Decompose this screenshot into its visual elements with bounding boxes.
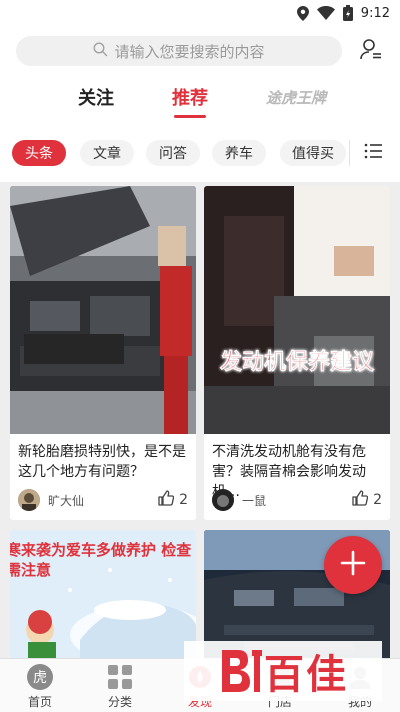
like-button[interactable]: 2 [352, 490, 382, 510]
category-chip-headline[interactable]: 头条 [12, 140, 66, 166]
location-icon [296, 5, 309, 21]
article-card[interactable]: 发动机保养建议 不清洗发动机舱有没有危害？装隔音棉会影响发动机… 一鼠 2 [204, 186, 390, 520]
like-button[interactable]: 2 [158, 490, 188, 510]
watermark-text: 百佳 [264, 651, 348, 698]
avatar [18, 489, 40, 511]
category-chip-deals[interactable]: 值得买 [280, 140, 346, 166]
author-name: 一鼠 [242, 493, 267, 508]
category-menu-button[interactable] [364, 142, 386, 164]
tab-follow[interactable]: 关注 [62, 84, 130, 124]
article-meta: 旷大仙 2 [18, 488, 188, 512]
article-title: 新轮胎磨损特别快，是不是这几个地方有问题？ [18, 444, 186, 480]
user-menu-button[interactable] [358, 38, 384, 64]
top-tabs: 关注 推荐 途虎王牌 [0, 84, 400, 124]
svg-text:虎: 虎 [33, 670, 47, 686]
avatar [212, 489, 234, 511]
article-meta: 一鼠 2 [212, 488, 382, 512]
image-caption: 发动机保养建议 [219, 350, 375, 376]
search-placeholder: 请输入您要搜索的内容 [114, 42, 265, 61]
watermark-mark-icon [218, 644, 264, 698]
category-chip-article[interactable]: 文章 [80, 140, 134, 166]
nav-home[interactable]: 虎 首页 [10, 663, 70, 711]
category-bar: 头条 文章 问答 养车 值得买 [0, 140, 400, 182]
like-count: 2 [179, 492, 188, 508]
search-input[interactable]: 请输入您要搜索的内容 [16, 36, 342, 66]
thumbs-up-icon [352, 490, 369, 510]
battery-icon [342, 5, 353, 21]
image-caption: 寒来袭为爱车多做养护 检查需注意 [10, 541, 192, 579]
user-list-icon [359, 37, 383, 65]
plus-icon [340, 550, 366, 580]
tab-recommend[interactable]: 推荐 [158, 84, 222, 124]
header: 请输入您要搜索的内容 关注 推荐 途虎王牌 [0, 26, 400, 140]
tab-tuhu-brand[interactable]: 途虎王牌 [264, 84, 328, 110]
article-thumbnail: 发动机保养建议 [204, 186, 390, 434]
article-card[interactable]: 寒来袭为爱车多做养护 检查需注意 [10, 530, 196, 658]
list-icon [364, 143, 384, 164]
create-post-button[interactable] [324, 536, 382, 594]
status-bar: 9:12 [0, 0, 400, 26]
nav-category[interactable]: 分类 [90, 663, 150, 711]
author-name: 旷大仙 [48, 493, 85, 508]
tiger-home-icon: 虎 [26, 663, 54, 691]
category-chip-car-care[interactable]: 养车 [212, 140, 266, 166]
like-count: 2 [373, 492, 382, 508]
nav-home-label: 首页 [27, 695, 52, 709]
article-thumbnail [10, 186, 196, 434]
status-time: 9:12 [360, 5, 390, 21]
watermark-logo: 百佳 [184, 636, 382, 706]
category-chip-qa[interactable]: 问答 [146, 140, 200, 166]
article-thumbnail: 寒来袭为爱车多做养护 检查需注意 [10, 530, 196, 658]
grid-icon [106, 663, 134, 691]
nav-category-label: 分类 [107, 695, 132, 709]
divider [349, 140, 350, 166]
thumbs-up-icon [158, 490, 175, 510]
search-icon [93, 41, 108, 61]
article-card[interactable]: 新轮胎磨损特别快，是不是这几个地方有问题？ 旷大仙 2 [10, 186, 196, 520]
wifi-icon [316, 6, 335, 20]
